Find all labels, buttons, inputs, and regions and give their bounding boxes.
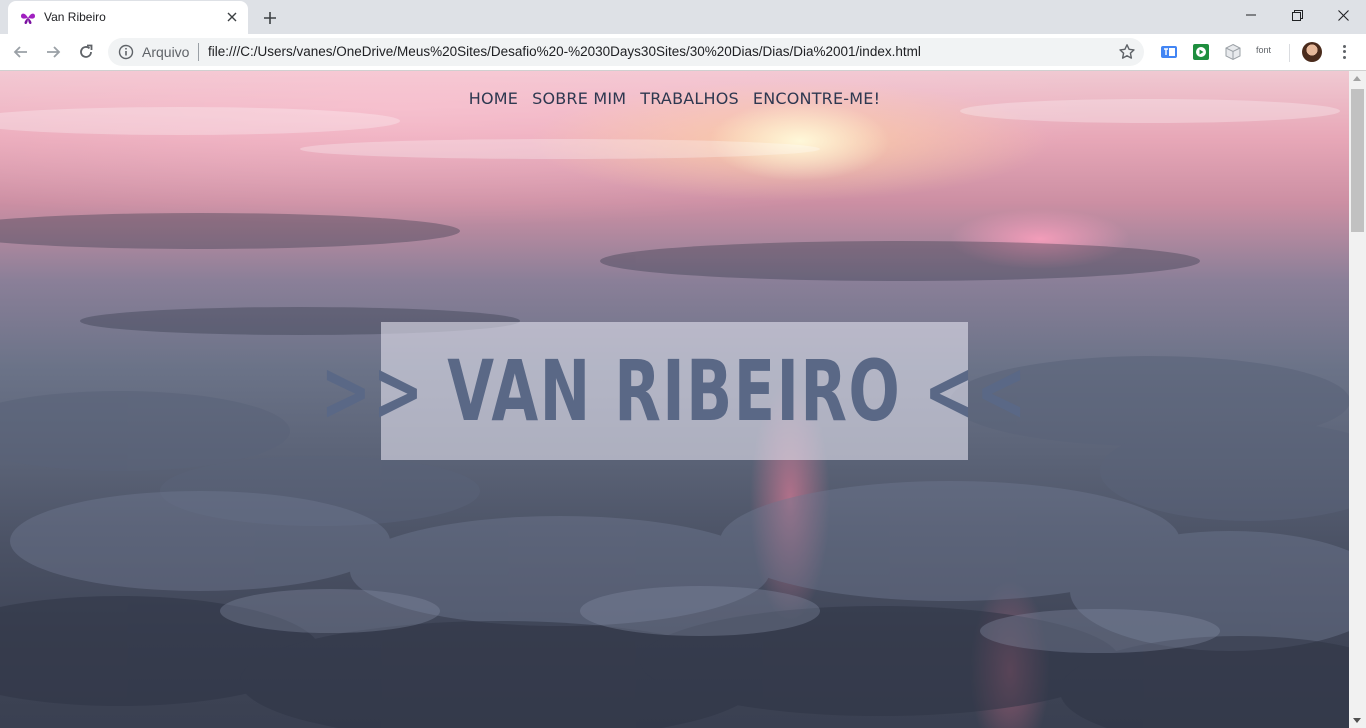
address-bar[interactable]: Arquivo file:///C:/Users/vanes/OneDrive/… (108, 38, 1144, 66)
forward-arrow-icon (47, 46, 61, 58)
hero-banner: >> VAN RIBEIRO << (321, 322, 1027, 460)
profile-avatar[interactable] (1302, 42, 1322, 62)
scroll-down-arrow-icon[interactable] (1353, 718, 1361, 723)
site-navigation: HOME SOBRE MIM TRABALHOS ENCONTRE-ME! (0, 89, 1349, 108)
scrollbar-thumb[interactable] (1351, 89, 1364, 232)
new-tab-button[interactable] (258, 6, 282, 30)
back-arrow-icon (13, 46, 27, 58)
extension-font-label[interactable]: font (1256, 45, 1271, 55)
reload-icon (80, 44, 93, 58)
tab-title: Van Ribeiro (44, 10, 106, 24)
bookmark-star-icon[interactable] (1118, 43, 1136, 61)
browser-tab[interactable]: Van Ribeiro (8, 1, 248, 34)
scroll-up-arrow-icon[interactable] (1353, 76, 1361, 81)
nav-link-home[interactable]: HOME (469, 89, 518, 108)
restore-button[interactable] (1274, 0, 1320, 30)
page-viewport: HOME SOBRE MIM TRABALHOS ENCONTRE-ME! >>… (0, 71, 1349, 728)
address-separator (198, 43, 199, 61)
nav-link-sobre-mim[interactable]: SOBRE MIM (532, 89, 626, 108)
tab-strip: Van Ribeiro (0, 0, 1366, 34)
hero-title: >> VAN RIBEIRO << (320, 342, 1029, 440)
reload-button[interactable] (74, 40, 98, 64)
close-window-button[interactable] (1320, 0, 1366, 30)
url-text[interactable]: file:///C:/Users/vanes/OneDrive/Meus%20S… (208, 44, 921, 59)
forward-button[interactable] (41, 40, 65, 64)
extension-cube-icon[interactable] (1224, 43, 1242, 61)
page-scrollbar[interactable] (1349, 71, 1366, 728)
close-tab-icon[interactable] (224, 9, 240, 25)
nav-link-encontre-me[interactable]: ENCONTRE-ME! (753, 89, 880, 108)
nav-link-trabalhos[interactable]: TRABALHOS (640, 89, 739, 108)
extension-play-icon[interactable] (1192, 43, 1210, 61)
extension-translate-icon[interactable] (1160, 43, 1178, 61)
info-icon[interactable] (118, 44, 134, 60)
toolbar-divider (1289, 44, 1290, 62)
back-button[interactable] (9, 40, 33, 64)
browser-menu-icon[interactable] (1336, 42, 1352, 62)
scheme-label: Arquivo (142, 44, 190, 60)
butterfly-icon (21, 13, 35, 24)
browser-toolbar: Arquivo file:///C:/Users/vanes/OneDrive/… (0, 34, 1366, 71)
minimize-button[interactable] (1228, 0, 1274, 30)
